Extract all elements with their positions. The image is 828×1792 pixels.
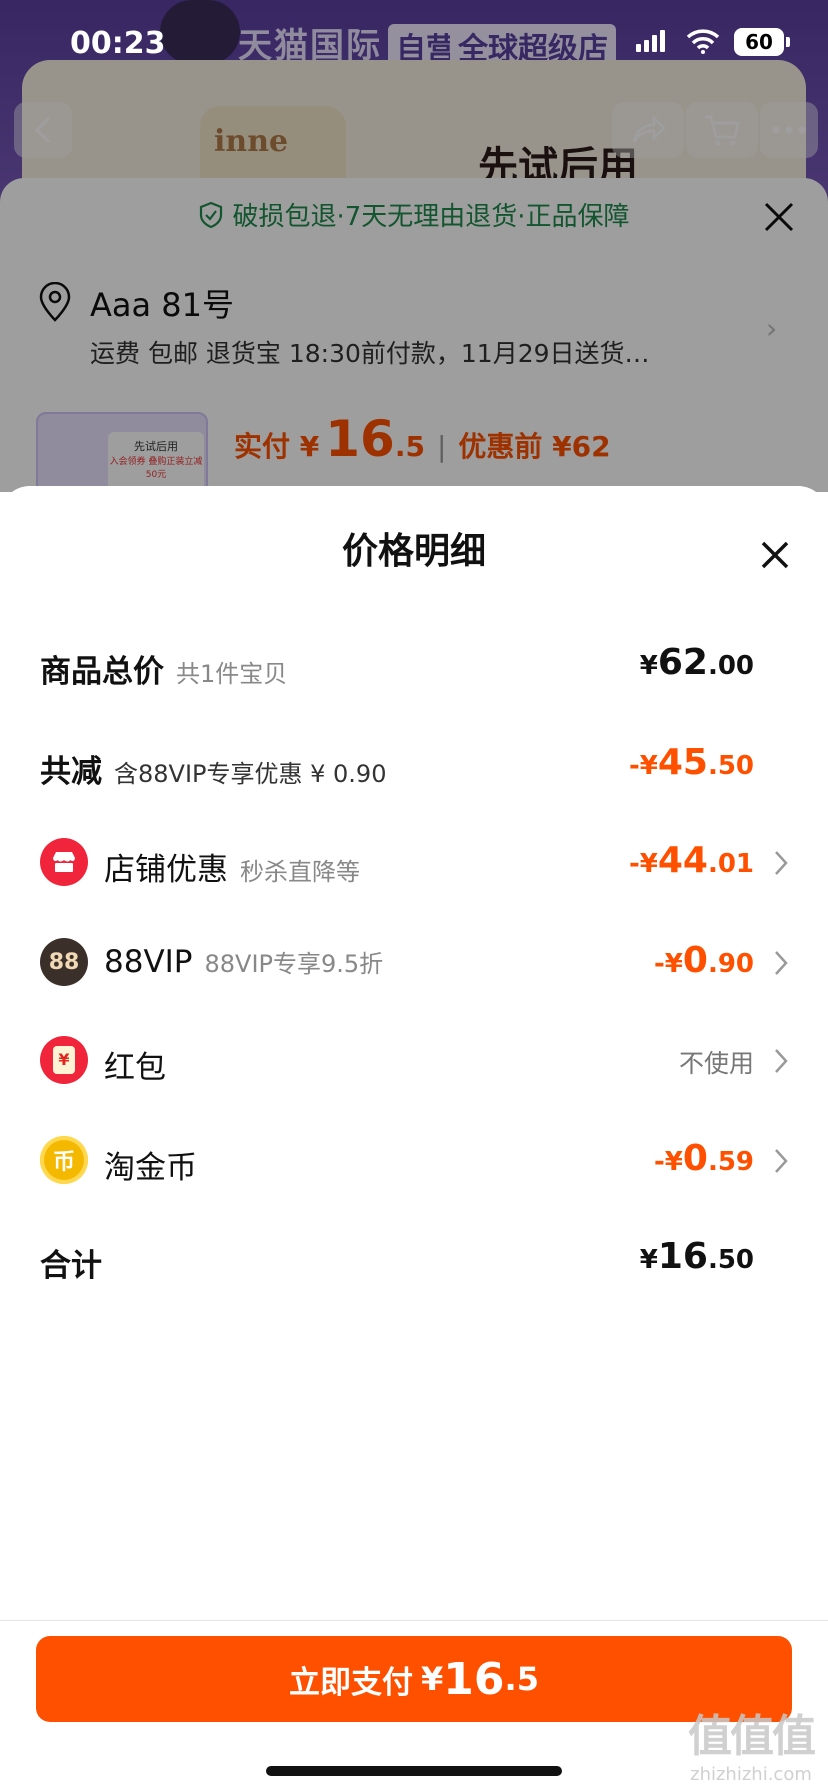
currency-symbol: -¥ xyxy=(628,849,658,879)
chevron-right-icon xyxy=(775,1049,788,1073)
chevron-right-icon xyxy=(775,951,788,975)
cellular-signal-icon xyxy=(636,30,665,52)
sum-amount: ¥16.50 xyxy=(640,1236,754,1277)
chevron-right-icon xyxy=(775,851,788,875)
row-shop-discount[interactable]: 店铺优惠 秒杀直降等 -¥ 44.01 xyxy=(0,834,828,894)
row-sum: 合计 ¥16.50 xyxy=(0,1230,828,1290)
shop-discount-label: 店铺优惠 xyxy=(104,852,228,888)
currency-symbol: -¥ xyxy=(653,1147,683,1177)
pay-amount-decimal: .5 xyxy=(504,1660,539,1698)
currency-symbol: -¥ xyxy=(628,751,658,781)
row-label: 88VIP 88VIP专享9.5折 xyxy=(104,944,383,980)
row-coin[interactable]: 币 淘金币 -¥ 0.59 xyxy=(0,1132,828,1192)
row-total-discount: 共减 含88VIP专享优惠 ¥ 0.90 -¥ 45.50 xyxy=(0,736,828,796)
amount-decimal: .50 xyxy=(707,1245,754,1275)
vip-amount: -¥ 0.90 xyxy=(654,940,754,981)
price-detail-sheet: 价格明细 商品总价 共1件宝贝 ¥62.00 共减 含88VIP专享优惠 ¥ 0.9… xyxy=(0,486,828,1792)
amount-integer: 16 xyxy=(657,1236,708,1277)
row-label: 店铺优惠 秒杀直降等 xyxy=(104,844,360,889)
amount-integer: 0 xyxy=(682,940,708,981)
status-bar: 00:23 60 xyxy=(0,0,828,90)
sum-label: 合计 xyxy=(40,1248,102,1284)
row-goods-total: 商品总价 共1件宝贝 ¥62.00 xyxy=(0,636,828,696)
currency-symbol: ¥ xyxy=(421,1660,444,1698)
watermark-url: zhizhizhi.com xyxy=(690,1764,812,1785)
watermark-logo: 值值值 xyxy=(688,1711,816,1762)
amount-decimal: .90 xyxy=(707,949,754,979)
row-label: 商品总价 共1件宝贝 xyxy=(40,646,287,691)
red-packet-value: 不使用 xyxy=(678,1049,754,1078)
amount-integer: 45 xyxy=(657,742,708,783)
shop-discount-amount: -¥ 44.01 xyxy=(629,840,754,881)
shop-icon xyxy=(40,838,88,886)
shop-discount-note: 秒杀直降等 xyxy=(240,858,360,886)
amount-integer: 0 xyxy=(682,1138,708,1179)
status-time: 00:23 xyxy=(70,26,166,61)
amount-integer: 44 xyxy=(657,840,708,881)
wifi-icon xyxy=(686,29,720,54)
currency-symbol: ¥ xyxy=(639,651,658,681)
pay-button-label: 立即支付 xyxy=(289,1664,414,1701)
coin-icon: 币 xyxy=(40,1136,88,1184)
site-watermark: 值值值 zhizhizhi.com xyxy=(676,1700,826,1790)
amount-decimal: .59 xyxy=(707,1147,754,1177)
divider xyxy=(0,1620,828,1621)
amount-decimal: .01 xyxy=(707,849,754,879)
close-icon[interactable] xyxy=(758,538,792,572)
red-packet-label: 红包 xyxy=(104,1050,166,1086)
row-red-packet[interactable]: ¥ 红包 不使用 xyxy=(0,1032,828,1092)
currency-symbol: ¥ xyxy=(639,1245,658,1275)
vip-discount-note: 含88VIP专享优惠 ¥ 0.90 xyxy=(114,760,387,788)
amount-decimal: .50 xyxy=(707,751,754,781)
vip-icon: 88 xyxy=(40,938,88,986)
coin-label: 淘金币 xyxy=(104,1150,197,1186)
total-discount-label: 共减 xyxy=(40,754,102,790)
row-88vip[interactable]: 88 88VIP 88VIP专享9.5折 -¥ 0.90 xyxy=(0,934,828,994)
pay-amount-integer: 16 xyxy=(443,1653,505,1705)
total-discount-amount: -¥ 45.50 xyxy=(629,742,754,783)
currency-symbol: -¥ xyxy=(653,949,683,979)
item-count: 共1件宝贝 xyxy=(176,660,288,688)
vip-note: 88VIP专享9.5折 xyxy=(204,950,384,978)
battery-icon: 60 xyxy=(734,28,790,56)
amount-integer: 62 xyxy=(657,642,708,683)
goods-total-amount: ¥62.00 xyxy=(640,642,754,683)
sheet-title: 价格明细 xyxy=(341,531,486,572)
red-packet-icon: ¥ xyxy=(40,1036,88,1084)
coin-amount: -¥ 0.59 xyxy=(654,1138,754,1179)
row-label: 共减 含88VIP专享优惠 ¥ 0.90 xyxy=(40,746,386,791)
goods-total-label: 商品总价 xyxy=(40,654,164,690)
vip-label: 88VIP xyxy=(104,944,193,980)
home-indicator[interactable] xyxy=(266,1766,562,1776)
chevron-right-icon xyxy=(775,1149,788,1173)
red-packet-glyph: ¥ xyxy=(53,1046,75,1074)
amount-decimal: .00 xyxy=(707,651,754,681)
